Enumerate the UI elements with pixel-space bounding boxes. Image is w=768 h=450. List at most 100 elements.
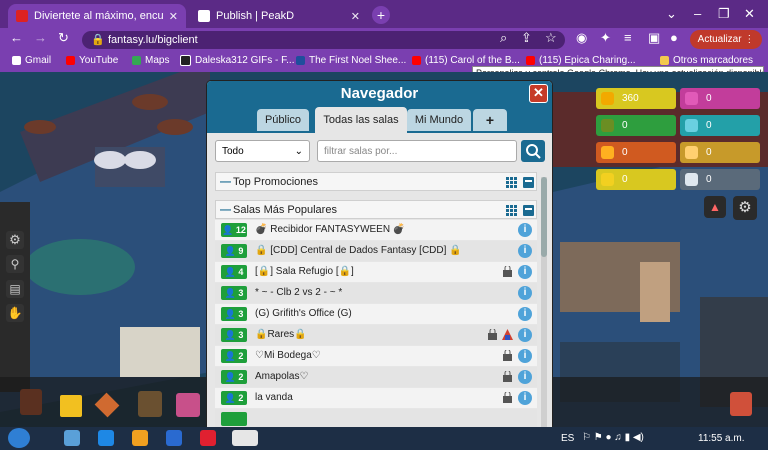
bookmark-daleska[interactable]: Daleska312 GIFs - F... bbox=[180, 55, 294, 66]
hand-icon[interactable]: ✋ bbox=[6, 304, 24, 322]
section-salas-populares[interactable]: — Salas Más Populares bbox=[215, 200, 537, 219]
section-top-promociones[interactable]: — Top Promociones bbox=[215, 172, 537, 191]
minimize-icon[interactable]: – bbox=[694, 6, 701, 21]
clock[interactable]: 11:55 a.m. bbox=[698, 433, 745, 444]
rooms-icon[interactable] bbox=[176, 393, 200, 417]
info-icon[interactable]: i bbox=[518, 349, 532, 363]
camera-icon[interactable]: ▤ bbox=[6, 280, 24, 298]
avatar-icon[interactable] bbox=[20, 389, 42, 415]
currency-stars[interactable]: 0 bbox=[596, 169, 676, 190]
info-icon[interactable]: i bbox=[518, 391, 532, 405]
search-icon[interactable]: ⌕ bbox=[500, 30, 507, 46]
new-tab-button[interactable]: + bbox=[372, 6, 390, 24]
currency-gold[interactable]: 0 bbox=[680, 142, 760, 163]
room-row[interactable]: 👤 4 [🔒] Sala Refugio [🔒] i bbox=[215, 262, 537, 282]
gear-icon[interactable]: ⚙ bbox=[733, 196, 757, 220]
room-row-partial[interactable] bbox=[215, 409, 537, 428]
forward-icon[interactable]: → bbox=[34, 30, 47, 45]
close-tab-icon[interactable]: ✕ bbox=[351, 10, 360, 23]
lighthouse-icon[interactable]: ▲ bbox=[704, 196, 726, 218]
list-view-icon[interactable] bbox=[523, 177, 534, 188]
browser-tab-1[interactable]: Publish | PeakD ✕ bbox=[190, 4, 368, 28]
tab-mi-mundo[interactable]: Mi Mundo bbox=[407, 109, 471, 131]
section-title: Top Promociones bbox=[233, 176, 318, 188]
info-icon[interactable]: i bbox=[518, 286, 532, 300]
zoom-icon[interactable]: ⚲ bbox=[6, 255, 24, 273]
language-indicator[interactable]: ES bbox=[561, 433, 574, 444]
search-button[interactable] bbox=[521, 140, 545, 162]
windows-start-icon[interactable] bbox=[8, 428, 30, 448]
update-button[interactable]: Actualizar ⋮ bbox=[690, 30, 762, 49]
address-bar[interactable]: 🔒 fantasy.lu/bigclient bbox=[82, 31, 565, 49]
catalog-icon[interactable] bbox=[60, 395, 82, 417]
browser-tab-0[interactable]: Diviertete al máximo, encuent ✕ bbox=[8, 4, 186, 28]
currency-orange[interactable]: 0 bbox=[596, 142, 676, 163]
close-icon[interactable]: ✕ bbox=[529, 84, 548, 103]
bookmark-maps[interactable]: Maps bbox=[132, 55, 169, 66]
sidebar-icon[interactable]: ▣ bbox=[648, 30, 660, 46]
close-tab-icon[interactable]: ✕ bbox=[169, 10, 178, 23]
currency-diamonds[interactable]: 0 bbox=[680, 115, 760, 136]
chevron-down-icon[interactable]: ⌄ bbox=[666, 6, 677, 22]
collapse-icon[interactable]: — bbox=[220, 173, 231, 191]
room-row[interactable]: 👤 3 * ~ - Clb 2 vs 2 - ~ * i bbox=[215, 283, 537, 303]
search-input[interactable]: filtrar salas por... bbox=[317, 140, 517, 162]
avatar[interactable]: ● bbox=[670, 30, 678, 45]
room-row[interactable]: 👤 3 🔒Rares🔒 i bbox=[215, 325, 537, 345]
list-view-icon[interactable] bbox=[523, 205, 534, 216]
room-row[interactable]: 👤 2 Amapolas♡ i bbox=[215, 367, 537, 387]
room-row[interactable]: 👤 3 (G) Grifith's Office (G) i bbox=[215, 304, 537, 324]
tab-todas-las-salas[interactable]: Todas las salas bbox=[315, 107, 407, 133]
internet-explorer-icon[interactable] bbox=[166, 430, 182, 446]
puzzle-icon[interactable]: ✦ bbox=[600, 30, 611, 46]
room-row[interactable]: 👤 2 la vanda i bbox=[215, 388, 537, 408]
bookmark-epica[interactable]: (115) Epica Charing... bbox=[526, 55, 636, 66]
bookmark-carol[interactable]: (115) Carol of the B... bbox=[412, 55, 520, 66]
close-window-icon[interactable]: ✕ bbox=[744, 6, 755, 22]
settings-icon[interactable]: ⚙ bbox=[6, 231, 24, 249]
youtube-icon bbox=[412, 56, 421, 65]
grid-view-icon[interactable] bbox=[506, 177, 517, 188]
shop-icon[interactable] bbox=[138, 391, 162, 417]
room-row[interactable]: 👤 12 💣 Recibidor FANTASYWEEN 💣 i bbox=[215, 220, 537, 240]
currency-credits[interactable]: 360 bbox=[596, 88, 676, 109]
tab-publico[interactable]: Público bbox=[257, 109, 309, 131]
currency-green[interactable]: 0 bbox=[596, 115, 676, 136]
room-row[interactable]: 👤 2 ♡Mi Bodega♡ i bbox=[215, 346, 537, 366]
extension-icon[interactable]: ◉ bbox=[576, 30, 587, 46]
bookmark-youtube[interactable]: YouTube bbox=[66, 55, 118, 66]
navigator-header[interactable]: Navegador ✕ Público Todas las salas Mi M… bbox=[207, 81, 552, 133]
edge-icon[interactable] bbox=[98, 430, 114, 446]
bookmark-first-noel[interactable]: The First Noel Shee... bbox=[296, 55, 406, 66]
filter-select[interactable]: Todo ⌄ bbox=[215, 140, 310, 162]
info-icon[interactable]: i bbox=[518, 265, 532, 279]
collapse-icon[interactable]: — bbox=[220, 201, 231, 219]
currency-pink[interactable]: 0 bbox=[680, 88, 760, 109]
friends-icon[interactable] bbox=[730, 392, 752, 416]
media-icon[interactable]: ≡ bbox=[624, 30, 632, 45]
tray-icons[interactable]: ⚐ ⚑ ● ♫ ▮ ◀) bbox=[582, 432, 644, 443]
info-icon[interactable]: i bbox=[518, 244, 532, 258]
reload-icon[interactable]: ↻ bbox=[58, 30, 69, 46]
bookmark-other[interactable]: Otros marcadores bbox=[660, 55, 753, 66]
restore-icon[interactable]: ❐ bbox=[718, 6, 730, 22]
bookmark-star-icon[interactable]: ☆ bbox=[545, 30, 557, 46]
scrollbar-thumb[interactable] bbox=[541, 177, 547, 257]
navigator-scrollbar[interactable] bbox=[541, 177, 547, 427]
info-icon[interactable]: i bbox=[518, 370, 532, 384]
info-icon[interactable]: i bbox=[518, 307, 532, 321]
back-icon[interactable]: ← bbox=[10, 30, 23, 45]
currency-clouds[interactable]: 0 bbox=[680, 169, 760, 190]
media-player-icon[interactable] bbox=[132, 430, 148, 446]
info-icon[interactable]: i bbox=[518, 223, 532, 237]
sun-icon bbox=[601, 146, 614, 159]
chrome-active-icon[interactable] bbox=[232, 430, 258, 446]
info-icon[interactable]: i bbox=[518, 328, 532, 342]
grid-view-icon[interactable] bbox=[506, 205, 517, 216]
opera-icon[interactable] bbox=[200, 430, 216, 446]
share-icon[interactable]: ⇪ bbox=[521, 30, 532, 46]
tab-add[interactable]: + bbox=[473, 109, 507, 131]
bookmark-gmail[interactable]: Gmail bbox=[12, 55, 51, 66]
room-row[interactable]: 👤 9 🔒 [CDD] Central de Dados Fantasy [CD… bbox=[215, 241, 537, 261]
chrome-icon[interactable] bbox=[64, 430, 80, 446]
